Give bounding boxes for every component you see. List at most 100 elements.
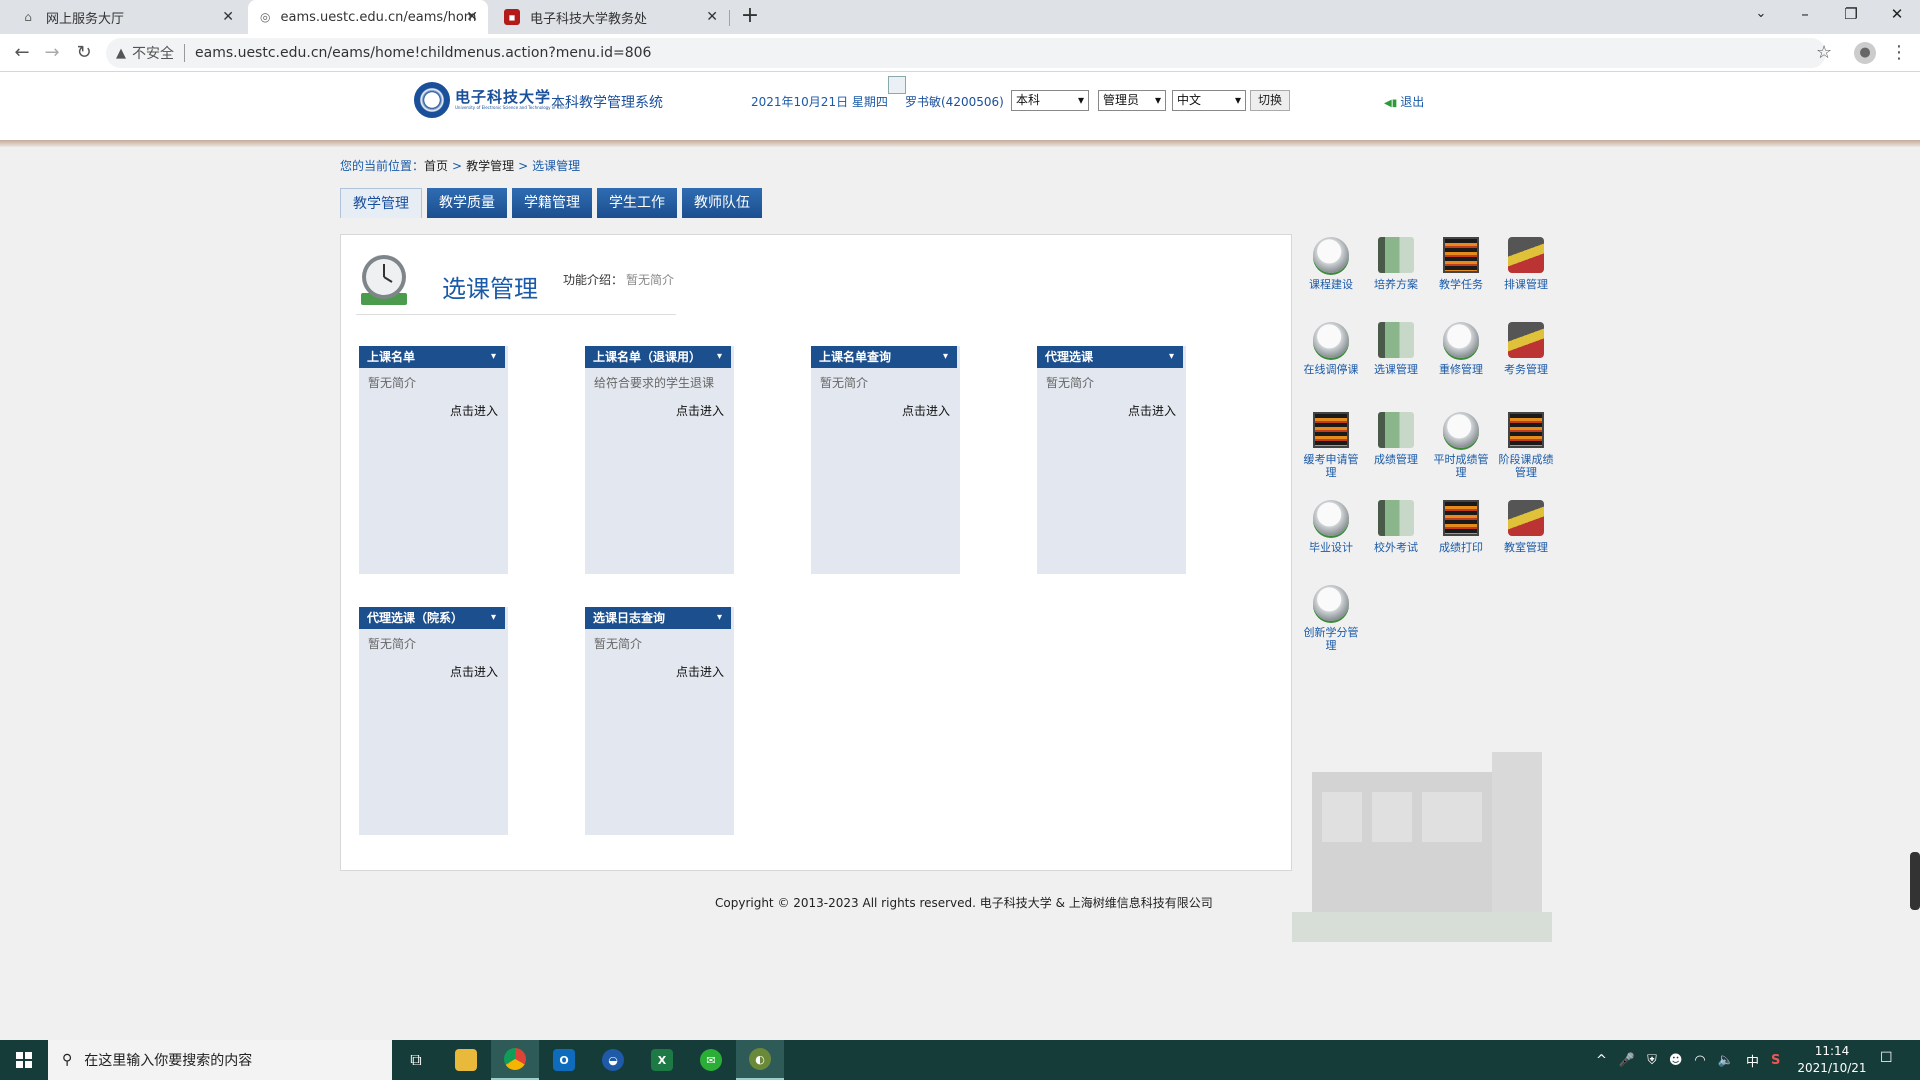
forward-icon[interactable]: → [40,41,64,65]
close-tab-icon[interactable]: ✕ [222,9,234,25]
side-item-external-exam[interactable]: 校外考试 [1366,500,1426,554]
taskbar-clock[interactable]: 11:14 2021/10/21 [1792,1043,1872,1077]
side-item-grade-print[interactable]: 成绩打印 [1431,500,1491,554]
enter-link[interactable]: 点击进入 [676,402,724,419]
card-title: 选课日志查询 [593,611,666,625]
tab-faculty[interactable]: 教师队伍 [682,188,762,218]
breadcrumb-prefix: 您的当前位置： [340,159,425,173]
card-header[interactable]: 上课名单查询 ▾ [811,346,957,368]
side-item-usual-grades[interactable]: 平时成绩管理 [1431,412,1491,479]
side-item-teaching-task[interactable]: 教学任务 [1431,237,1491,291]
taskbar-wechat[interactable]: ✉ [687,1040,735,1080]
site-header: 电子科技大学 University of Electronic Science … [0,72,1920,140]
show-hidden-icons-icon[interactable]: ^ [1596,1053,1607,1068]
breadcrumb-current: 选课管理 [532,159,581,173]
taskbar-excel[interactable]: X [638,1040,686,1080]
side-item-course-construction[interactable]: 课程建设 [1301,237,1361,291]
side-item-label: 重修管理 [1439,363,1483,376]
security-shield-icon[interactable]: ⛨ [1647,1053,1657,1068]
card-header[interactable]: 代理选课（院系） ▾ [359,607,505,629]
side-item-scheduling[interactable]: 排课管理 [1496,237,1556,291]
url-field[interactable]: ▲ 不安全 eams.uestc.edu.cn/eams/home!childm… [106,38,1826,68]
side-item-label: 成绩管理 [1374,453,1418,466]
volume-icon[interactable]: 🔈 [1718,1053,1734,1068]
level-select[interactable]: 本科 [1011,90,1089,111]
side-item-exam-affairs[interactable]: 考务管理 [1496,322,1556,376]
browser-menu-icon[interactable]: ⋮ [1890,42,1908,63]
enter-link[interactable]: 点击进入 [1128,402,1176,419]
logout-label: 退出 [1400,95,1425,109]
card-description: 暂无简介 [368,637,417,651]
notification-icon[interactable]: ☐ [1880,1050,1893,1066]
taskbar-network-app[interactable]: ◒ [589,1040,637,1080]
side-item-stage-grades[interactable]: 阶段课成绩管理 [1496,412,1556,479]
footer-copyright: Copyright © 2013-2023 All rights reserve… [715,896,1213,910]
task-view-button[interactable]: ⧉ [392,1040,440,1080]
side-item-training-plan[interactable]: 培养方案 [1366,237,1426,291]
sogou-icon[interactable]: S [1771,1053,1780,1068]
tab-student-work[interactable]: 学生工作 [597,188,677,218]
close-tab-icon[interactable]: ✕ [706,9,718,25]
microphone-icon[interactable]: 🎤 [1619,1053,1635,1068]
tab-teaching-quality[interactable]: 教学质量 [427,188,507,218]
intro-label: 功能介绍： [563,273,624,287]
card-header[interactable]: 上课名单（退课用） ▾ [585,346,731,368]
chevron-down-icon: ▾ [716,612,722,623]
side-item-grades[interactable]: 成绩管理 [1366,412,1426,466]
enter-link[interactable]: 点击进入 [450,663,498,680]
security-label[interactable]: 不安全 [132,43,174,63]
taskbar-other-app[interactable]: ◐ [736,1040,784,1080]
taskbar-search[interactable]: ⚲ 在这里输入你要搜索的内容 [48,1040,392,1080]
card-title: 上课名单 [367,350,416,364]
tab-search-icon[interactable]: ⌄ [1738,0,1784,30]
switch-button[interactable]: 切换 [1250,90,1290,111]
minimize-button[interactable]: – [1782,0,1828,30]
qq-icon[interactable]: ☻ [1669,1053,1683,1068]
breadcrumb-home[interactable]: 首页 [424,159,448,173]
card-header[interactable]: 上课名单 ▾ [359,346,505,368]
breadcrumb-teaching[interactable]: 教学管理 [466,159,514,173]
side-item-retake[interactable]: 重修管理 [1431,322,1491,376]
scrollbar-thumb[interactable] [1910,852,1920,910]
network-icon[interactable]: ◠ [1694,1053,1705,1068]
close-tab-icon[interactable]: ✕ [466,9,478,25]
role-select[interactable]: 管理员 [1098,90,1166,111]
restore-button[interactable]: ❐ [1828,0,1874,30]
url-text[interactable]: eams.uestc.edu.cn/eams/home!childmenus.a… [195,45,651,61]
tab-teaching-management[interactable]: 教学管理 [340,188,422,218]
card-description: 暂无简介 [368,376,417,390]
side-item-innovation-credits[interactable]: 创新学分管理 [1301,585,1361,652]
side-item-course-selection[interactable]: 选课管理 [1366,322,1426,376]
clock-time: 11:14 [1814,1044,1850,1058]
breadcrumb: 您的当前位置：首页 > 教学管理 > 选课管理 [340,157,580,174]
side-item-deferred-exam[interactable]: 缓考申请管理 [1301,412,1361,479]
enter-link[interactable]: 点击进入 [450,402,498,419]
tab-title: eams.uestc.edu.cn/eams/hom [280,9,477,25]
taskbar-outlook[interactable]: O [540,1040,588,1080]
enter-link[interactable]: 点击进入 [676,663,724,680]
back-icon[interactable]: ← [10,41,34,65]
bookmark-star-icon[interactable]: ☆ [1816,42,1832,63]
browser-tab-uestc-jwc[interactable]: ◼ 电子科技大学教务处 ✕ [492,0,728,34]
ime-indicator[interactable]: 中 [1746,1051,1759,1070]
browser-tab-eams[interactable]: ◎ eams.uestc.edu.cn/eams/hom ✕ [248,0,488,34]
logout-link[interactable]: ◀▮ 退出 [1384,93,1424,110]
browser-tab-service-hall[interactable]: ⌂ 网上服务大厅 ✕ [8,0,244,34]
card-header[interactable]: 选课日志查询 ▾ [585,607,731,629]
side-item-online-reschedule[interactable]: 在线调停课 [1301,322,1361,376]
side-item-graduation-design[interactable]: 毕业设计 [1301,500,1361,554]
taskbar-chrome[interactable] [491,1040,539,1080]
side-item-classroom[interactable]: 教室管理 [1496,500,1556,554]
card-header[interactable]: 代理选课 ▾ [1037,346,1183,368]
enter-link[interactable]: 点击进入 [902,402,950,419]
profile-avatar-icon[interactable]: ● [1854,42,1876,64]
reload-icon[interactable]: ↻ [72,41,96,65]
close-window-button[interactable]: ✕ [1874,0,1920,30]
side-item-label: 阶段课成绩管理 [1498,453,1554,479]
start-button[interactable] [0,1040,48,1080]
language-select[interactable]: 中文 [1172,90,1246,111]
taskbar-file-explorer[interactable] [442,1040,490,1080]
tab-student-status[interactable]: 学籍管理 [512,188,592,218]
side-item-label: 成绩打印 [1439,541,1483,554]
new-tab-button[interactable]: + [738,5,762,29]
